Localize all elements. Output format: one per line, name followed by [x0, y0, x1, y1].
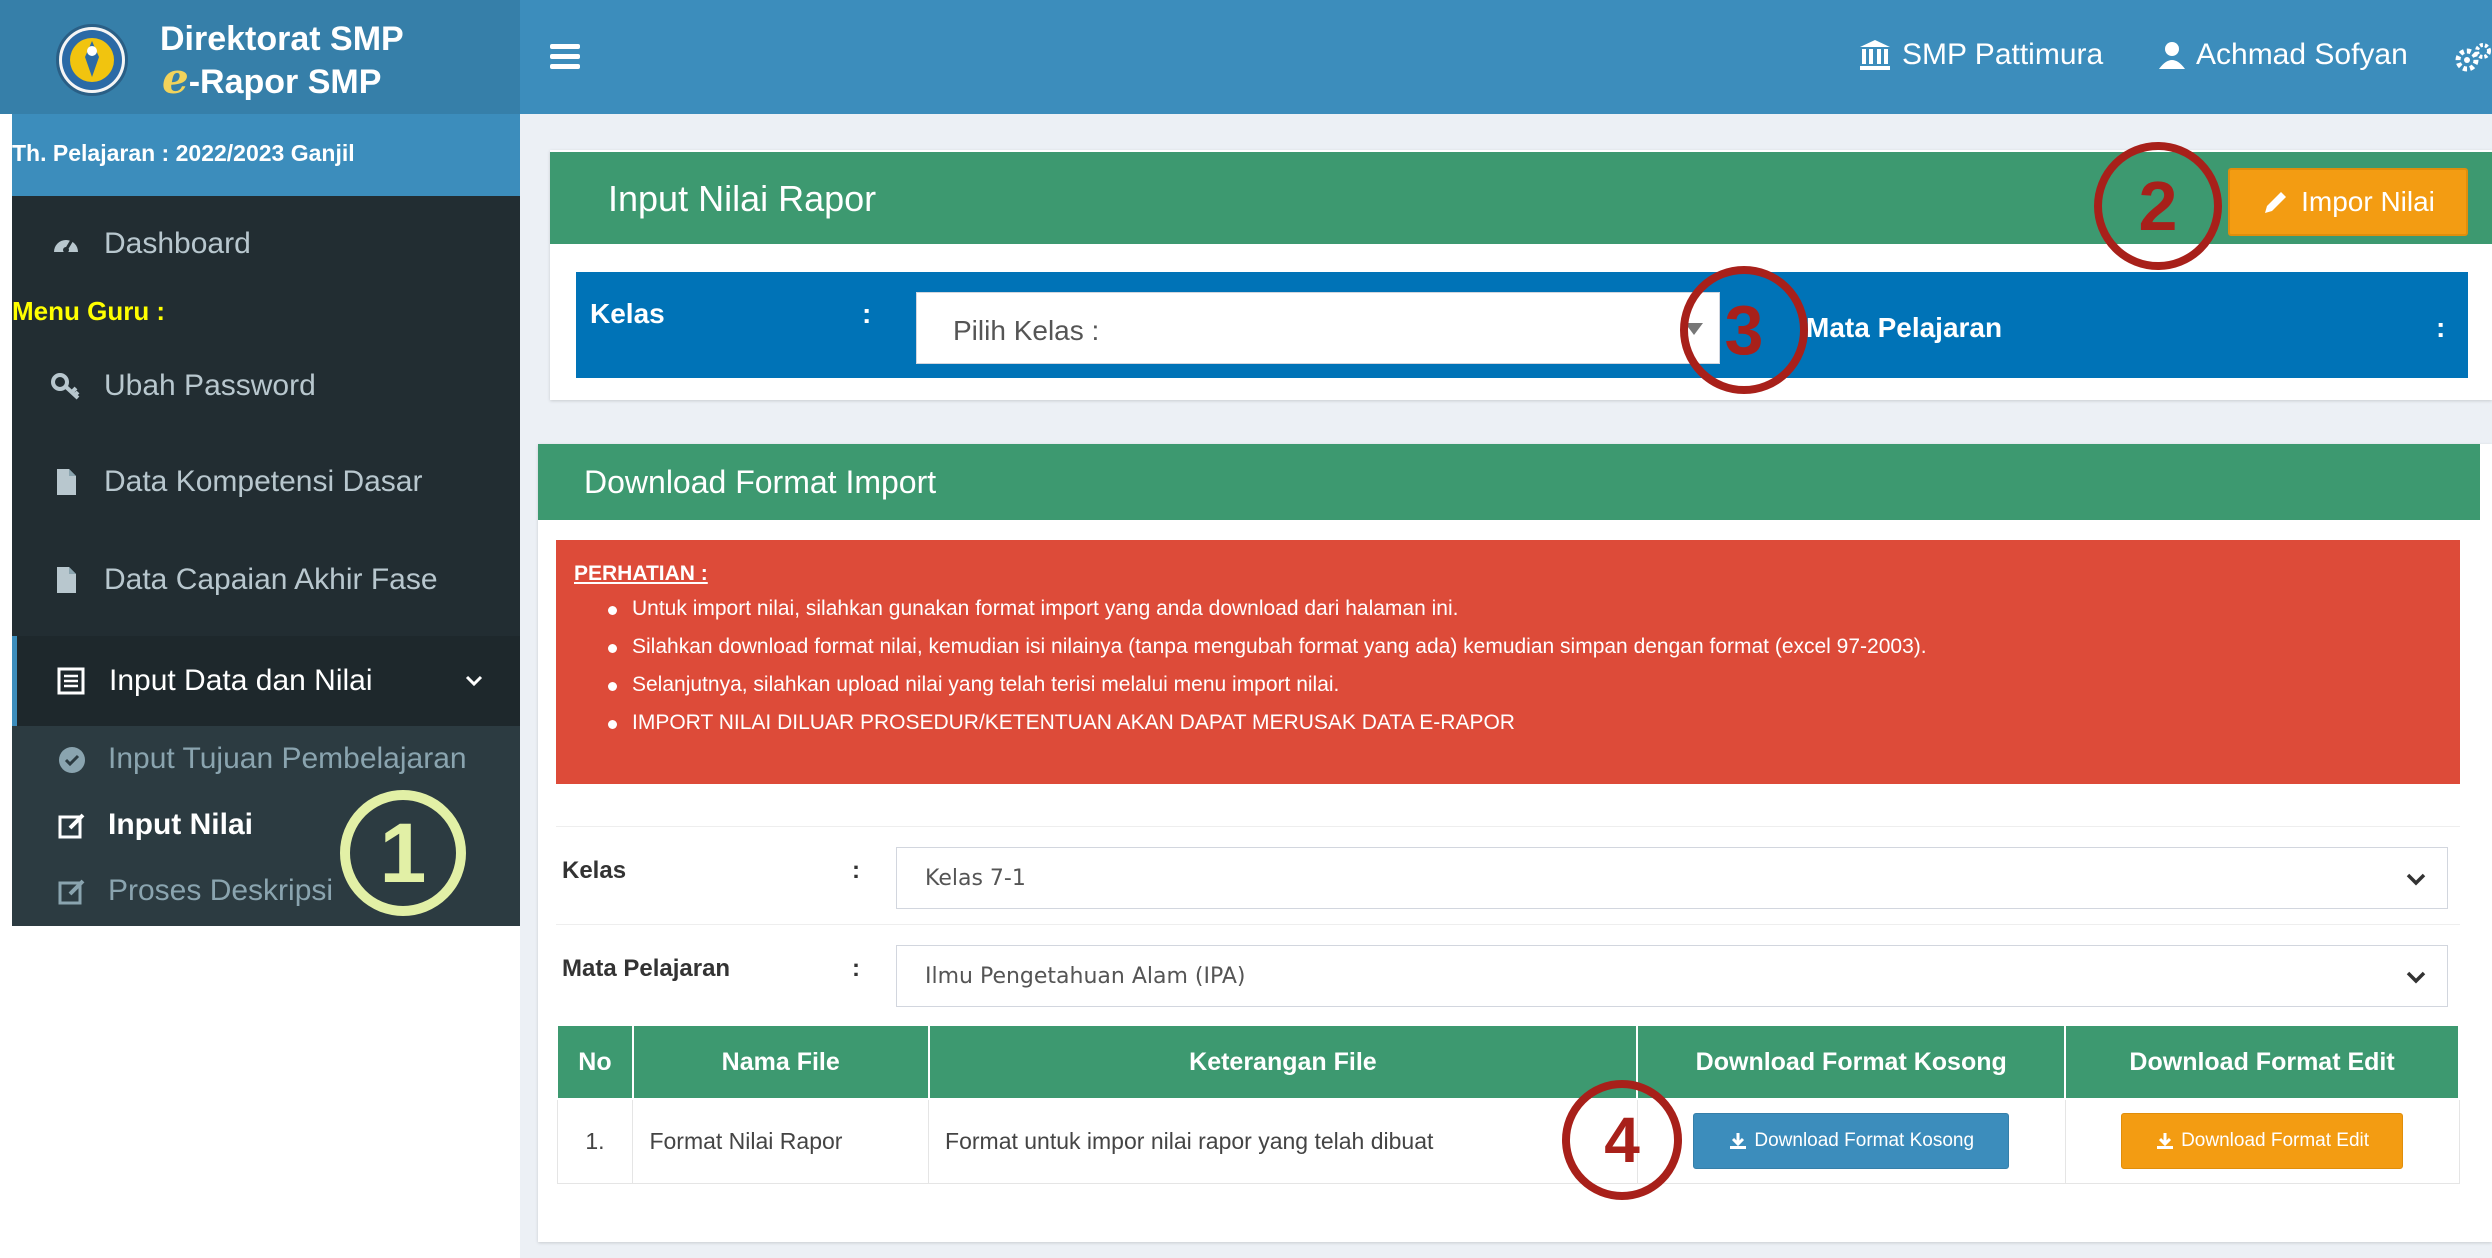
mapel-filter-row: Mata Pelajaran : Ilmu Pengetahuan Alam (… — [556, 924, 2460, 1022]
download-edit-label: Download Format Edit — [2181, 1130, 2370, 1152]
kelas-filter-row: Kelas : Kelas 7-1 — [556, 826, 2460, 924]
alert-item: Selanjutnya, silahkan upload nilai yang … — [608, 666, 2460, 704]
sidebar-item-input-data-nilai[interactable]: Input Data dan Nilai — [12, 636, 520, 726]
file-icon — [48, 562, 84, 598]
annotation-step-2: 2 — [2094, 142, 2222, 270]
settings-gears-icon[interactable] — [2452, 40, 2492, 80]
kelas-label: Kelas — [590, 298, 665, 329]
brand-subtitle: e-Rapor SMP — [162, 54, 382, 103]
hamburger-menu-icon[interactable] — [550, 44, 580, 70]
top-navbar: SMP Pattimura Achmad Sofyan — [520, 0, 2492, 114]
chevron-down-icon — [465, 675, 483, 687]
sidebar-subitem-label: Input Nilai — [108, 808, 253, 841]
download-kosong-label: Download Format Kosong — [1754, 1130, 1975, 1152]
tut-wuri-logo-icon — [56, 24, 128, 96]
table-header-row: No Nama File Keterangan File Download Fo… — [556, 1024, 2460, 1100]
download-icon — [1730, 1133, 1747, 1150]
sidebar-item-dashboard[interactable]: Dashboard — [12, 204, 520, 284]
alert-title: PERHATIAN : — [574, 562, 708, 585]
impor-nilai-button[interactable]: Impor Nilai — [2228, 168, 2468, 236]
alert-list: Untuk import nilai, silahkan gunakan for… — [574, 590, 2460, 742]
mata-pelajaran-colon: : — [2436, 312, 2446, 343]
sidebar-subitem-tujuan-pembelajaran[interactable]: Input Tujuan Pembelajaran — [12, 730, 520, 790]
check-circle-icon — [59, 747, 85, 773]
alert-item: IMPORT NILAI DILUAR PROSEDUR/KETENTUAN A… — [608, 704, 2460, 742]
mata-pelajaran-dropdown-value: Ilmu Pengetahuan Alam (IPA) — [925, 964, 1246, 989]
sidebar-item-capaian-akhir-fase[interactable]: Data Capaian Akhir Fase — [12, 540, 520, 620]
download-icon — [2157, 1133, 2174, 1150]
file-icon — [48, 464, 84, 500]
warning-alert: PERHATIAN : Untuk import nilai, silahkan… — [556, 540, 2460, 784]
mata-pelajaran-label: Mata Pelajaran — [1806, 312, 2003, 343]
brand-header[interactable]: Direktorat SMP e-Rapor SMP — [0, 0, 520, 114]
alert-item: Untuk import nilai, silahkan gunakan for… — [608, 590, 2460, 628]
download-kosong-cell: Download Format Kosong — [1636, 1098, 2066, 1184]
sidebar-item-label: Data Capaian Akhir Fase — [104, 563, 438, 596]
alert-item: Silahkan download format nilai, kemudian… — [608, 628, 2460, 666]
kelas-label: Kelas — [562, 857, 627, 884]
user-name: Achmad Sofyan — [2196, 38, 2408, 71]
kelas-dropdown[interactable]: Kelas 7-1 — [896, 847, 2448, 909]
sidebar-item-ubah-password[interactable]: Ubah Password — [12, 346, 520, 426]
mata-pelajaran-label: Mata Pelajaran — [562, 955, 731, 982]
edit-icon — [58, 879, 85, 905]
chevron-down-icon — [2406, 971, 2426, 984]
input-filter-bar: Kelas : Pilih Kelas : Mata Pelajaran : — [576, 272, 2468, 378]
mata-pelajaran-colon: : — [852, 955, 860, 982]
column-header: Download Format Kosong — [1636, 1024, 2067, 1100]
download-format-kosong-button[interactable]: Download Format Kosong — [1693, 1113, 2010, 1170]
column-header: Download Format Edit — [2064, 1024, 2460, 1100]
annotation-step-1: 1 — [340, 790, 466, 916]
kelas-select-value: Pilih Kelas : — [953, 315, 1100, 346]
annotation-step-4: 4 — [1562, 1080, 1682, 1200]
school-menu[interactable]: SMP Pattimura — [1858, 38, 2103, 72]
table-row: 1. Format Nilai Rapor Format untuk impor… — [556, 1098, 2460, 1184]
format-table: No Nama File Keterangan File Download Fo… — [556, 1024, 2460, 1184]
download-edit-cell: Download Format Edit — [2064, 1098, 2460, 1184]
row-number: 1. — [556, 1098, 634, 1184]
page-title: Input Nilai Rapor — [608, 178, 877, 219]
dashboard-icon — [48, 226, 84, 262]
file-description: Format untuk impor nilai rapor yang tela… — [928, 1098, 1638, 1184]
user-icon — [2159, 42, 2185, 69]
key-icon — [48, 368, 84, 404]
column-header: No — [556, 1024, 634, 1100]
institution-icon — [1860, 40, 1890, 70]
mata-pelajaran-dropdown[interactable]: Ilmu Pengetahuan Alam (IPA) — [896, 945, 2448, 1007]
annotation-step-3: 3 — [1680, 266, 1808, 394]
school-name: SMP Pattimura — [1902, 38, 2104, 71]
download-format-box: Download Format Import PERHATIAN : Untuk… — [538, 444, 2492, 1242]
pencil-icon — [2265, 192, 2287, 213]
user-menu[interactable]: Achmad Sofyan — [2156, 38, 2408, 72]
kelas-dropdown-value: Kelas 7-1 — [925, 866, 1026, 891]
sidebar-item-label: Input Data dan Nilai — [109, 664, 373, 697]
academic-year: Th. Pelajaran : 2022/2023 Ganjil — [12, 114, 520, 196]
download-format-header: Download Format Import — [538, 444, 2480, 520]
column-header: Keterangan File — [927, 1024, 1639, 1100]
kelas-colon: : — [852, 857, 860, 884]
column-header: Nama File — [631, 1024, 930, 1100]
sidebar-subitem-label: Proses Deskripsi — [108, 874, 334, 907]
sidebar-item-label: Dashboard — [104, 227, 251, 260]
kelas-select[interactable]: Pilih Kelas : — [916, 292, 1720, 364]
edit-icon — [58, 813, 85, 839]
impor-nilai-label: Impor Nilai — [2301, 186, 2435, 217]
download-format-edit-button[interactable]: Download Format Edit — [2121, 1113, 2404, 1170]
file-name: Format Nilai Rapor — [632, 1098, 930, 1184]
list-icon — [53, 663, 89, 699]
menu-guru-heading: Menu Guru : — [12, 296, 166, 326]
chevron-down-icon — [2406, 873, 2426, 886]
sidebar-item-label: Ubah Password — [104, 369, 316, 402]
section-title: Download Format Import — [584, 464, 937, 500]
sidebar: Direktorat SMP e-Rapor SMP Th. Pelajaran… — [0, 0, 520, 1258]
sidebar-item-kompetensi-dasar[interactable]: Data Kompetensi Dasar — [12, 442, 520, 522]
kelas-colon: : — [862, 298, 872, 329]
sidebar-item-label: Data Kompetensi Dasar — [104, 465, 423, 498]
sidebar-subitem-label: Input Tujuan Pembelajaran — [108, 742, 467, 775]
